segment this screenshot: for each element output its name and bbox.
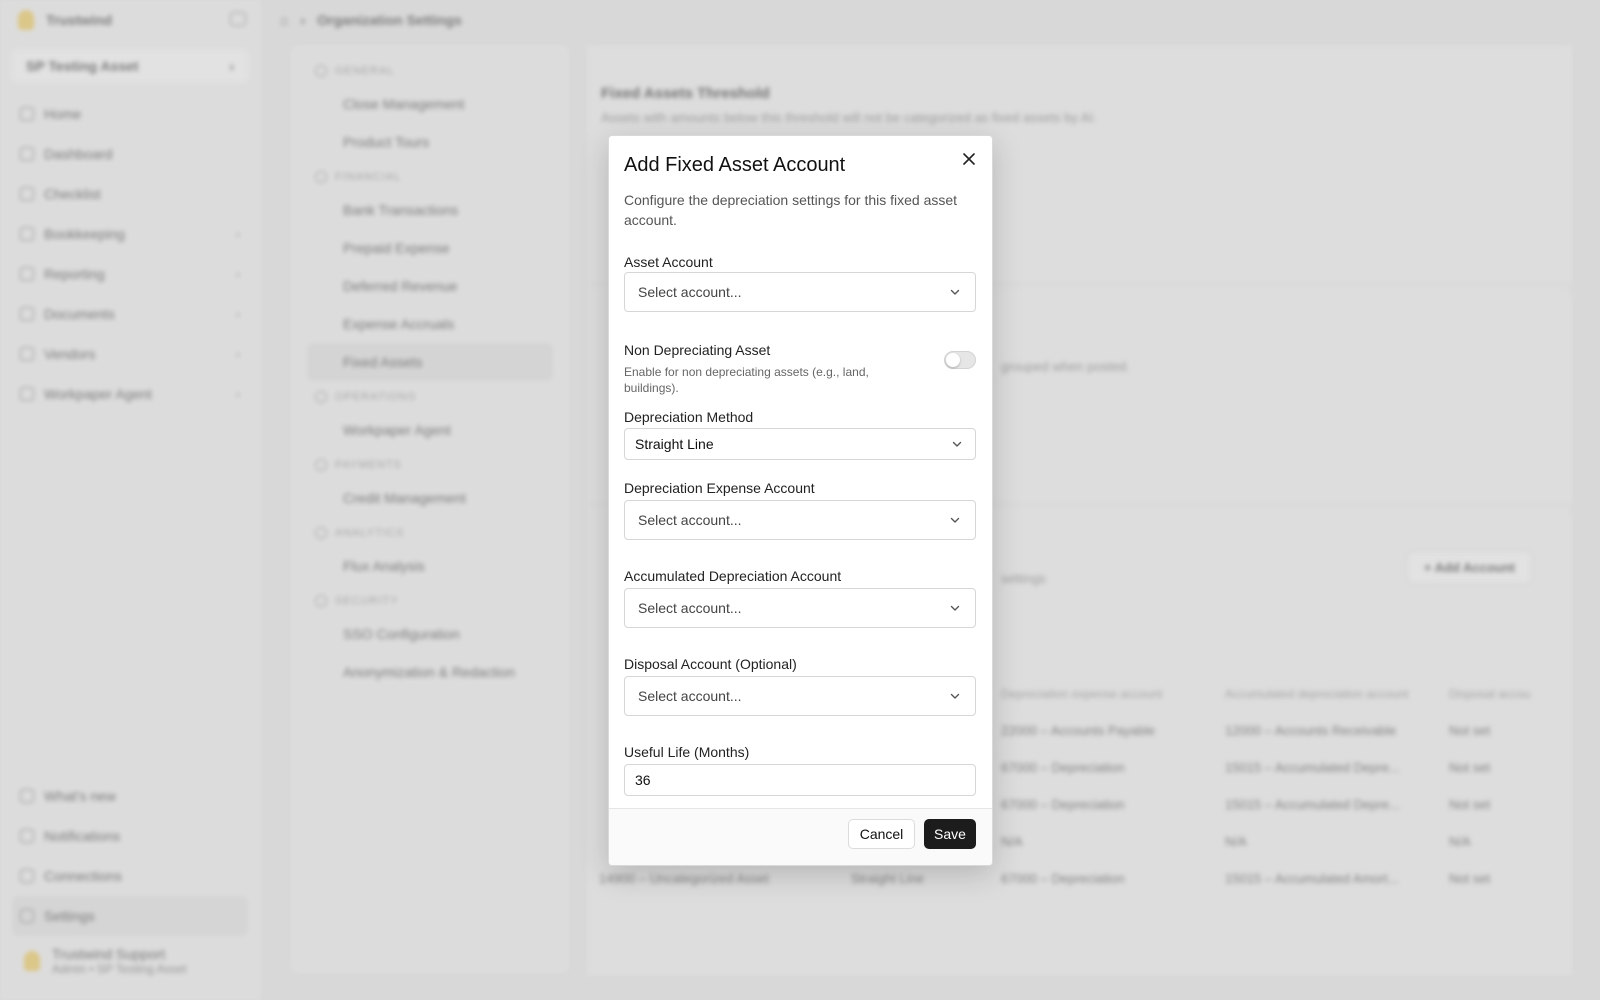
close-button[interactable] [958,148,980,170]
chevron-down-icon [950,517,960,523]
expense-account-select[interactable]: Select account... [624,500,976,540]
chevron-down-icon [950,693,960,699]
depreciation-method-select[interactable]: Straight Line [624,428,976,460]
non-depreciating-label: Non Depreciating Asset [624,342,771,358]
add-fixed-asset-account-dialog: Add Fixed Asset Account Configure the de… [608,135,993,866]
depreciation-method-value: Straight Line [635,436,714,452]
close-icon [963,153,975,165]
accumulated-account-select[interactable]: Select account... [624,588,976,628]
cancel-button[interactable]: Cancel [848,819,915,849]
chevron-down-icon [952,441,962,447]
accumulated-account-label: Accumulated Depreciation Account [624,568,842,584]
depreciation-method-label: Depreciation Method [624,409,754,425]
toggle-knob [946,353,960,367]
dialog-title: Add Fixed Asset Account [624,154,846,176]
asset-account-label: Asset Account [624,254,713,270]
asset-account-placeholder: Select account... [638,284,742,300]
non-depreciating-hint: Enable for non depreciating assets (e.g.… [624,365,869,395]
asset-account-select[interactable]: Select account... [624,272,976,312]
expense-account-label: Depreciation Expense Account [624,480,815,496]
accumulated-account-placeholder: Select account... [638,600,742,616]
disposal-account-select[interactable]: Select account... [624,676,976,716]
non-depreciating-toggle[interactable] [944,351,976,369]
useful-life-label: Useful Life (Months) [624,744,750,760]
chevron-down-icon [950,605,960,611]
useful-life-input[interactable] [624,764,976,796]
disposal-account-placeholder: Select account... [638,688,742,704]
save-button[interactable]: Save [924,819,976,849]
chevron-down-icon [950,289,960,295]
dialog-description: Configure the depreciation settings for … [624,192,958,228]
dialog-footer: Cancel Save [609,808,992,865]
expense-account-placeholder: Select account... [638,512,742,528]
disposal-account-label: Disposal Account (Optional) [624,656,797,672]
